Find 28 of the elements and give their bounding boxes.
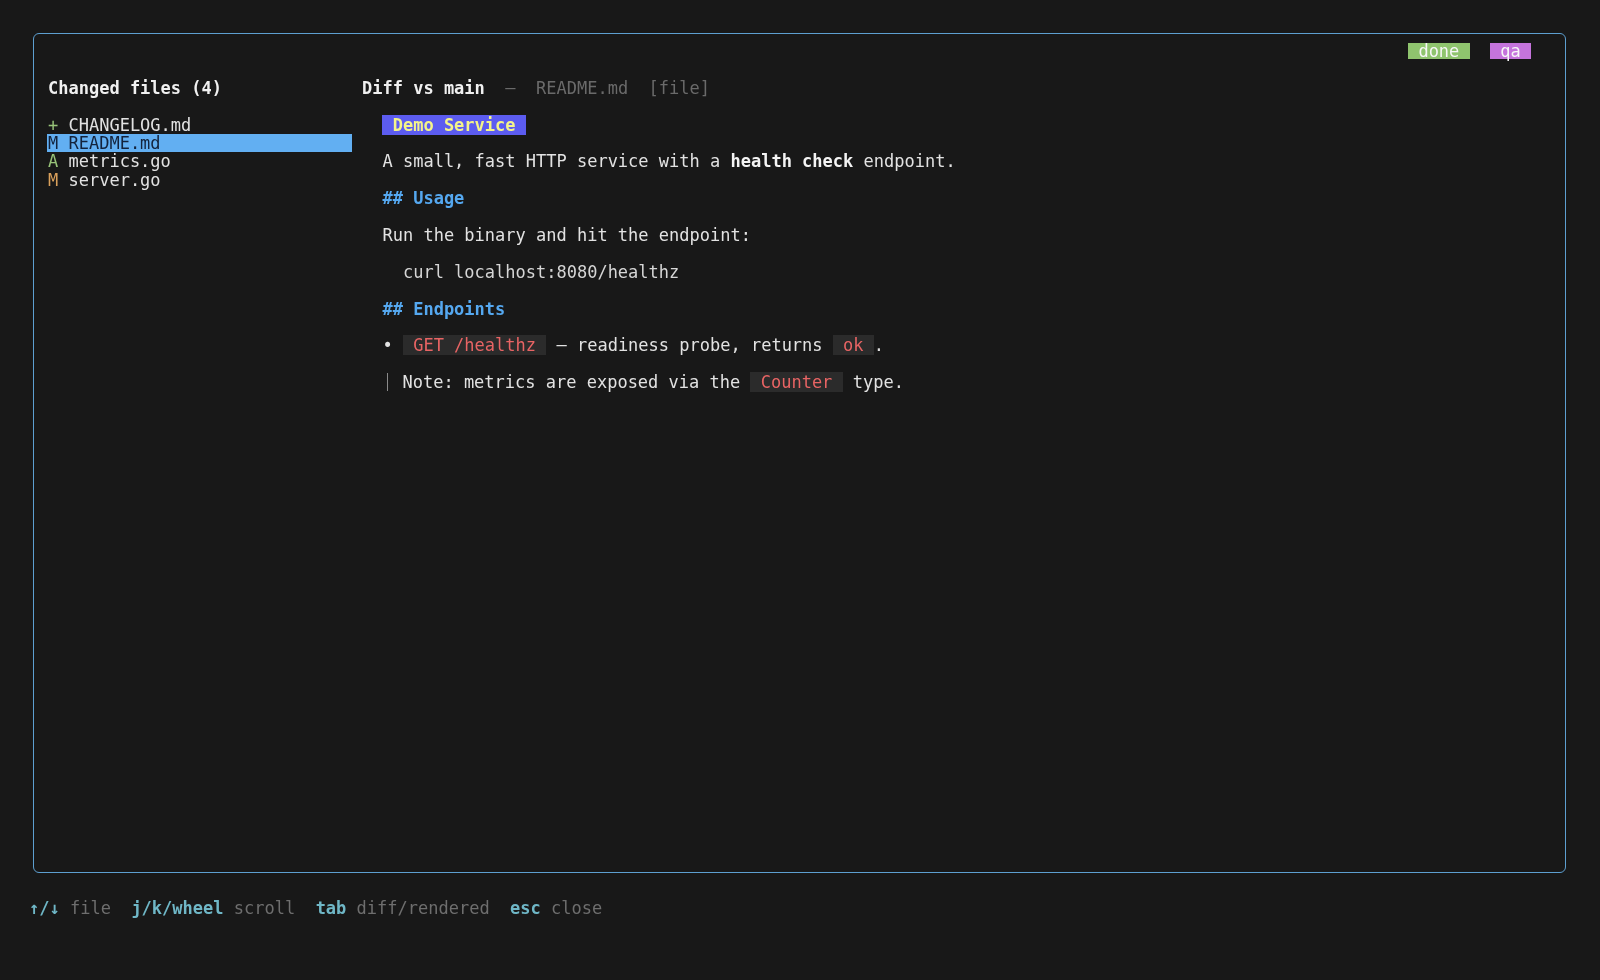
shortcut-label: close bbox=[551, 899, 603, 918]
shortcut-key: esc bbox=[510, 899, 541, 918]
section-heading: ## Usage bbox=[382, 188, 465, 209]
code-line: curl localhost:8080/healthz bbox=[402, 261, 680, 282]
panel-title: Changed files (4) bbox=[47, 78, 223, 98]
file-list-item[interactable]: A metrics.go bbox=[47, 152, 352, 171]
file-path: README.md bbox=[536, 78, 629, 98]
section-heading: ## Endpoints bbox=[382, 298, 506, 319]
shortcut-label: file bbox=[69, 899, 111, 918]
list-bullet: • bbox=[382, 336, 393, 355]
shortcut-key: tab bbox=[315, 899, 347, 918]
list-item-text: GET /healthz — readiness probe, returns ok . bbox=[402, 336, 884, 355]
diff-title: Diff vs main bbox=[362, 78, 485, 98]
shortcut-key: ↑/↓ bbox=[29, 899, 60, 918]
view-mode: [file] bbox=[648, 78, 711, 98]
shortcut-label: scroll bbox=[233, 899, 296, 918]
status-tag: done bbox=[1408, 43, 1470, 60]
paragraph-text: A small, fast HTTP service with a health check endpoint. bbox=[382, 151, 956, 172]
document-title: Demo Service bbox=[382, 114, 526, 135]
paragraph-text: Run the binary and hit the endpoint: bbox=[382, 224, 751, 245]
shortcut-key: j/k/wheel bbox=[131, 899, 224, 918]
shortcut-label: diff/rendered bbox=[356, 899, 490, 918]
status-tag: qa bbox=[1490, 43, 1531, 60]
file-list-item[interactable]: M README.md bbox=[47, 134, 352, 153]
file-list-item[interactable]: M server.go bbox=[47, 170, 352, 190]
file-list-item[interactable]: + CHANGELOG.md bbox=[47, 115, 352, 134]
title-separator: — bbox=[505, 78, 516, 98]
quote-text: Note: metrics are exposed via the Counter type. bbox=[402, 373, 904, 392]
